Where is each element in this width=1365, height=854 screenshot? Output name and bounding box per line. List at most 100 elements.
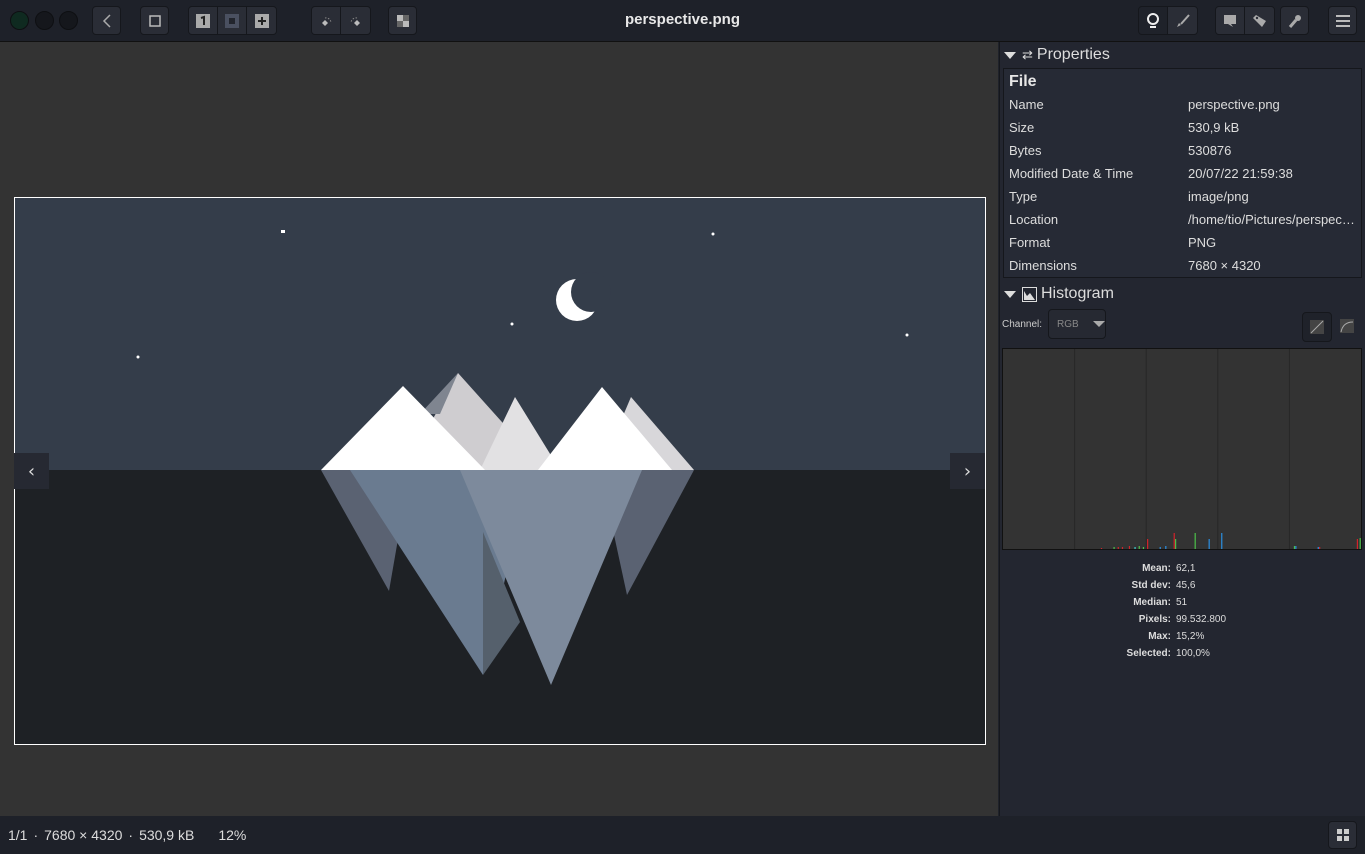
histogram-bar bbox=[1100, 548, 1103, 549]
stat-label: Std dev: bbox=[1131, 580, 1171, 591]
histogram-bar bbox=[1319, 547, 1321, 549]
linear-scale-icon bbox=[1310, 320, 1324, 334]
histogram-bar bbox=[1295, 546, 1297, 549]
back-icon bbox=[102, 13, 111, 28]
sidebar-mode-group bbox=[1138, 6, 1198, 35]
histogram-bar bbox=[1221, 533, 1223, 549]
stat-label: Median: bbox=[1133, 597, 1171, 608]
property-key: Location bbox=[1009, 212, 1059, 227]
histogram-bar bbox=[1113, 547, 1115, 549]
property-key: Name bbox=[1009, 97, 1044, 112]
histogram-header[interactable]: Histogram bbox=[1000, 281, 1365, 307]
stat-label: Max: bbox=[1148, 631, 1171, 642]
log-scale-button[interactable] bbox=[1340, 319, 1354, 336]
tag-button[interactable] bbox=[1245, 7, 1274, 34]
property-value: 7680 × 4320 bbox=[1188, 258, 1261, 273]
zoom-group bbox=[188, 6, 277, 35]
property-value: 20/07/22 21:59:38 bbox=[1188, 166, 1293, 181]
checkerboard-button[interactable] bbox=[388, 6, 417, 35]
comment-icon bbox=[1224, 14, 1236, 27]
property-key: Dimensions bbox=[1009, 258, 1077, 273]
collapse-triangle-icon bbox=[1004, 51, 1016, 59]
histogram-bar bbox=[1128, 546, 1131, 549]
wrench-icon bbox=[1288, 14, 1301, 28]
histogram-bar bbox=[1208, 539, 1210, 549]
histogram-stats: Mean: 62,1 Std dev: 45,6 Median: 51 Pixels: 99.… bbox=[1000, 560, 1365, 662]
property-row: Bytes 530876 bbox=[1004, 139, 1361, 162]
histogram-plot bbox=[1002, 348, 1362, 550]
histogram-bar bbox=[1317, 547, 1319, 549]
channel-select[interactable]: RGB bbox=[1048, 309, 1107, 339]
section-title: File bbox=[1009, 73, 1037, 90]
properties-header[interactable]: ⇄ Properties bbox=[1000, 42, 1365, 68]
histogram-bar bbox=[1175, 539, 1177, 549]
image-canvas[interactable] bbox=[14, 197, 986, 745]
rotate-left-icon bbox=[322, 16, 332, 26]
thumbnail-view-button[interactable] bbox=[1328, 821, 1357, 849]
stat-label: Pixels: bbox=[1138, 614, 1171, 625]
property-row: Size 530,9 kB bbox=[1004, 116, 1361, 139]
grid-icon bbox=[1336, 829, 1349, 841]
zoom-in-button[interactable] bbox=[247, 7, 276, 34]
property-row: Type image/png bbox=[1004, 185, 1361, 208]
property-row: Location/home/tio/Pictures/perspective.p… bbox=[1004, 208, 1361, 231]
fit-button[interactable] bbox=[140, 6, 169, 35]
menu-button[interactable] bbox=[1328, 6, 1357, 35]
image-viewer[interactable]: ‹ › bbox=[0, 42, 998, 816]
comment-button[interactable] bbox=[1216, 7, 1245, 34]
zoom-in-icon bbox=[254, 13, 269, 28]
chevron-right-icon: › bbox=[963, 460, 972, 482]
histogram-icon bbox=[1022, 286, 1037, 302]
maximize-window-button[interactable] bbox=[59, 11, 78, 30]
brush-button[interactable] bbox=[1168, 7, 1197, 34]
next-image-button[interactable]: › bbox=[950, 453, 985, 489]
stat-value: 45,6 bbox=[1176, 580, 1196, 591]
property-key: Type bbox=[1009, 189, 1038, 204]
zoom-original-button[interactable] bbox=[189, 7, 218, 34]
property-key: Bytes bbox=[1009, 143, 1042, 158]
property-value: 530876 bbox=[1188, 143, 1232, 158]
collapse-triangle-icon bbox=[1004, 290, 1016, 298]
channel-label: Channel: bbox=[1002, 318, 1043, 330]
image-index: 1/1 bbox=[8, 827, 28, 843]
linear-scale-button[interactable] bbox=[1302, 312, 1332, 342]
info-icon bbox=[1147, 12, 1159, 28]
histogram-bar bbox=[1359, 538, 1361, 549]
rotate-right-button[interactable] bbox=[341, 7, 370, 34]
stat-label: Mean: bbox=[1142, 563, 1171, 574]
zoom-fit-button[interactable] bbox=[218, 7, 247, 34]
property-value: /home/tio/Pictures/perspective.png bbox=[1188, 212, 1361, 227]
property-key: Size bbox=[1009, 120, 1035, 135]
histogram-bar bbox=[1147, 539, 1149, 549]
chevron-left-icon: ‹ bbox=[27, 460, 36, 482]
info-button[interactable] bbox=[1139, 7, 1168, 34]
histogram-bar bbox=[1134, 547, 1136, 549]
annotation-group bbox=[1215, 6, 1275, 35]
zoom-fit-icon bbox=[225, 13, 239, 28]
back-button[interactable] bbox=[92, 6, 121, 35]
property-row: Modified Date & Time 20/07/22 21:59:38 bbox=[1004, 162, 1361, 185]
stat-value: 100,0% bbox=[1176, 648, 1210, 659]
property-value: PNG bbox=[1188, 235, 1217, 250]
minimize-window-button[interactable] bbox=[35, 11, 54, 30]
stat-value: 51 bbox=[1176, 597, 1188, 608]
property-value: image/png bbox=[1188, 189, 1249, 204]
histogram-bar bbox=[1159, 547, 1161, 549]
checkerboard-icon bbox=[396, 14, 409, 27]
close-window-button[interactable] bbox=[10, 11, 29, 30]
rotate-group bbox=[311, 6, 371, 35]
sliders-icon: ⇄ bbox=[1022, 47, 1033, 62]
stat-value: 62,1 bbox=[1176, 563, 1196, 574]
menu-icon bbox=[1335, 14, 1350, 27]
zoom-original-icon bbox=[196, 13, 210, 28]
property-key: Format bbox=[1009, 235, 1051, 250]
rotate-right-icon bbox=[349, 16, 360, 26]
stat-row: Mean: 62,1 bbox=[1000, 560, 1365, 577]
rotate-left-button[interactable] bbox=[312, 7, 341, 34]
previous-image-button[interactable]: ‹ bbox=[14, 453, 49, 489]
tools-button[interactable] bbox=[1280, 6, 1309, 35]
title-bar: perspective.png bbox=[0, 0, 1365, 42]
log-scale-icon bbox=[1340, 319, 1354, 333]
histogram-bar bbox=[1121, 547, 1124, 549]
image-dimensions: 7680 × 4320 bbox=[44, 827, 123, 843]
